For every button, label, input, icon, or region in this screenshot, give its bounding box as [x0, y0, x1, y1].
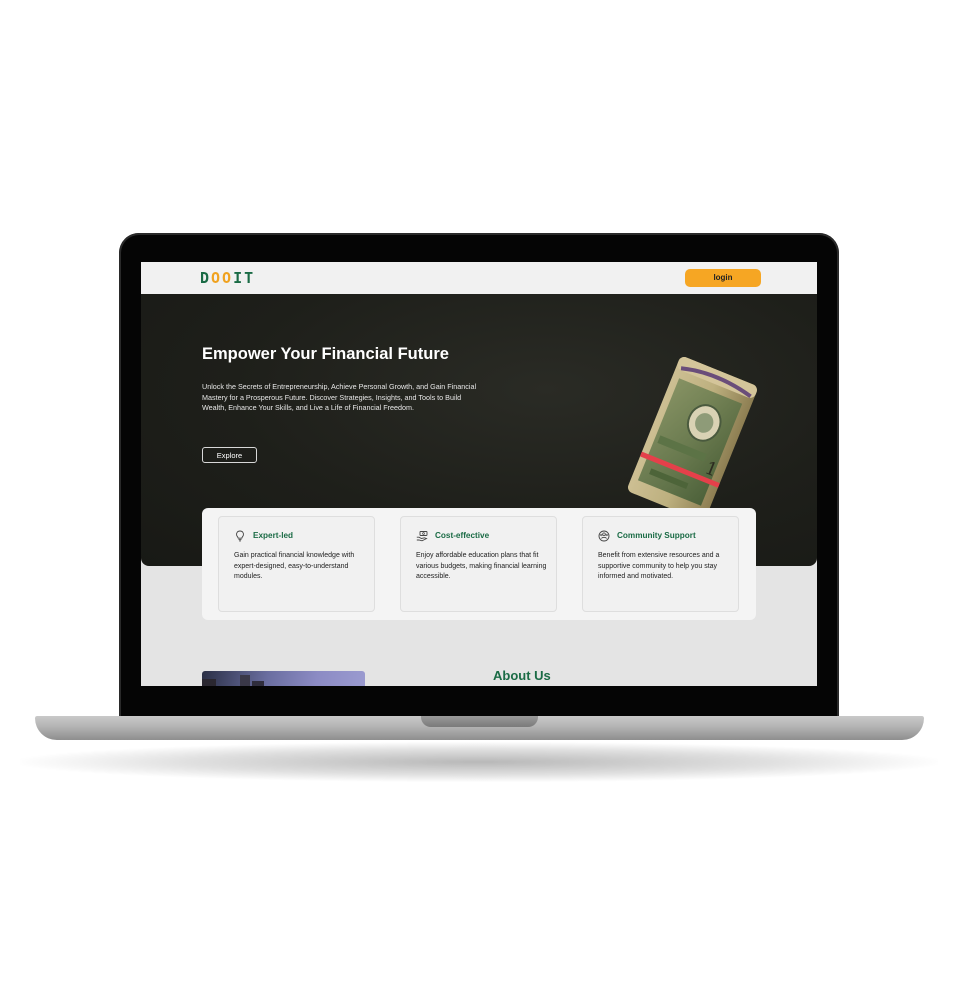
lightbulb-icon — [236, 530, 244, 542]
feature-text: Enjoy affordable education plans that fi… — [416, 552, 547, 581]
feature-title: Expert-led — [253, 531, 294, 540]
feature-card-cost-effective: Cost-effective Enjoy affordable educatio… — [400, 516, 557, 612]
navbar: DOOIT login — [141, 262, 817, 294]
feature-card-community-support: Community Support Benefit from extensive… — [582, 516, 739, 612]
laptop-screen: DOOIT login Empower Your Financial Futur… — [141, 262, 817, 686]
community-icon — [598, 530, 610, 542]
rolled-banknotes-image: 1 — [628, 357, 757, 517]
feature-title: Community Support — [617, 531, 696, 540]
login-button[interactable]: login — [685, 269, 761, 287]
laptop-notch — [421, 716, 538, 727]
hero-title: Empower Your Financial Future — [202, 345, 449, 363]
logo[interactable]: DOOIT — [200, 269, 255, 287]
feature-card-expert-led: Expert-led Gain practical financial know… — [218, 516, 375, 612]
features-panel: Expert-led Gain practical financial know… — [202, 508, 756, 620]
money-hand-icon — [416, 531, 428, 542]
building-silhouette — [202, 675, 264, 686]
about-title: About Us — [493, 668, 551, 683]
about-image — [202, 671, 365, 686]
explore-button[interactable]: Explore — [202, 447, 257, 463]
feature-title: Cost-effective — [435, 531, 490, 540]
feature-text: Gain practical financial knowledge with … — [234, 552, 355, 581]
hero-description: Unlock the Secrets of Entrepreneurship, … — [202, 382, 477, 413]
laptop-shadow — [20, 742, 938, 782]
feature-text: Benefit from extensive resources and a s… — [598, 552, 720, 581]
